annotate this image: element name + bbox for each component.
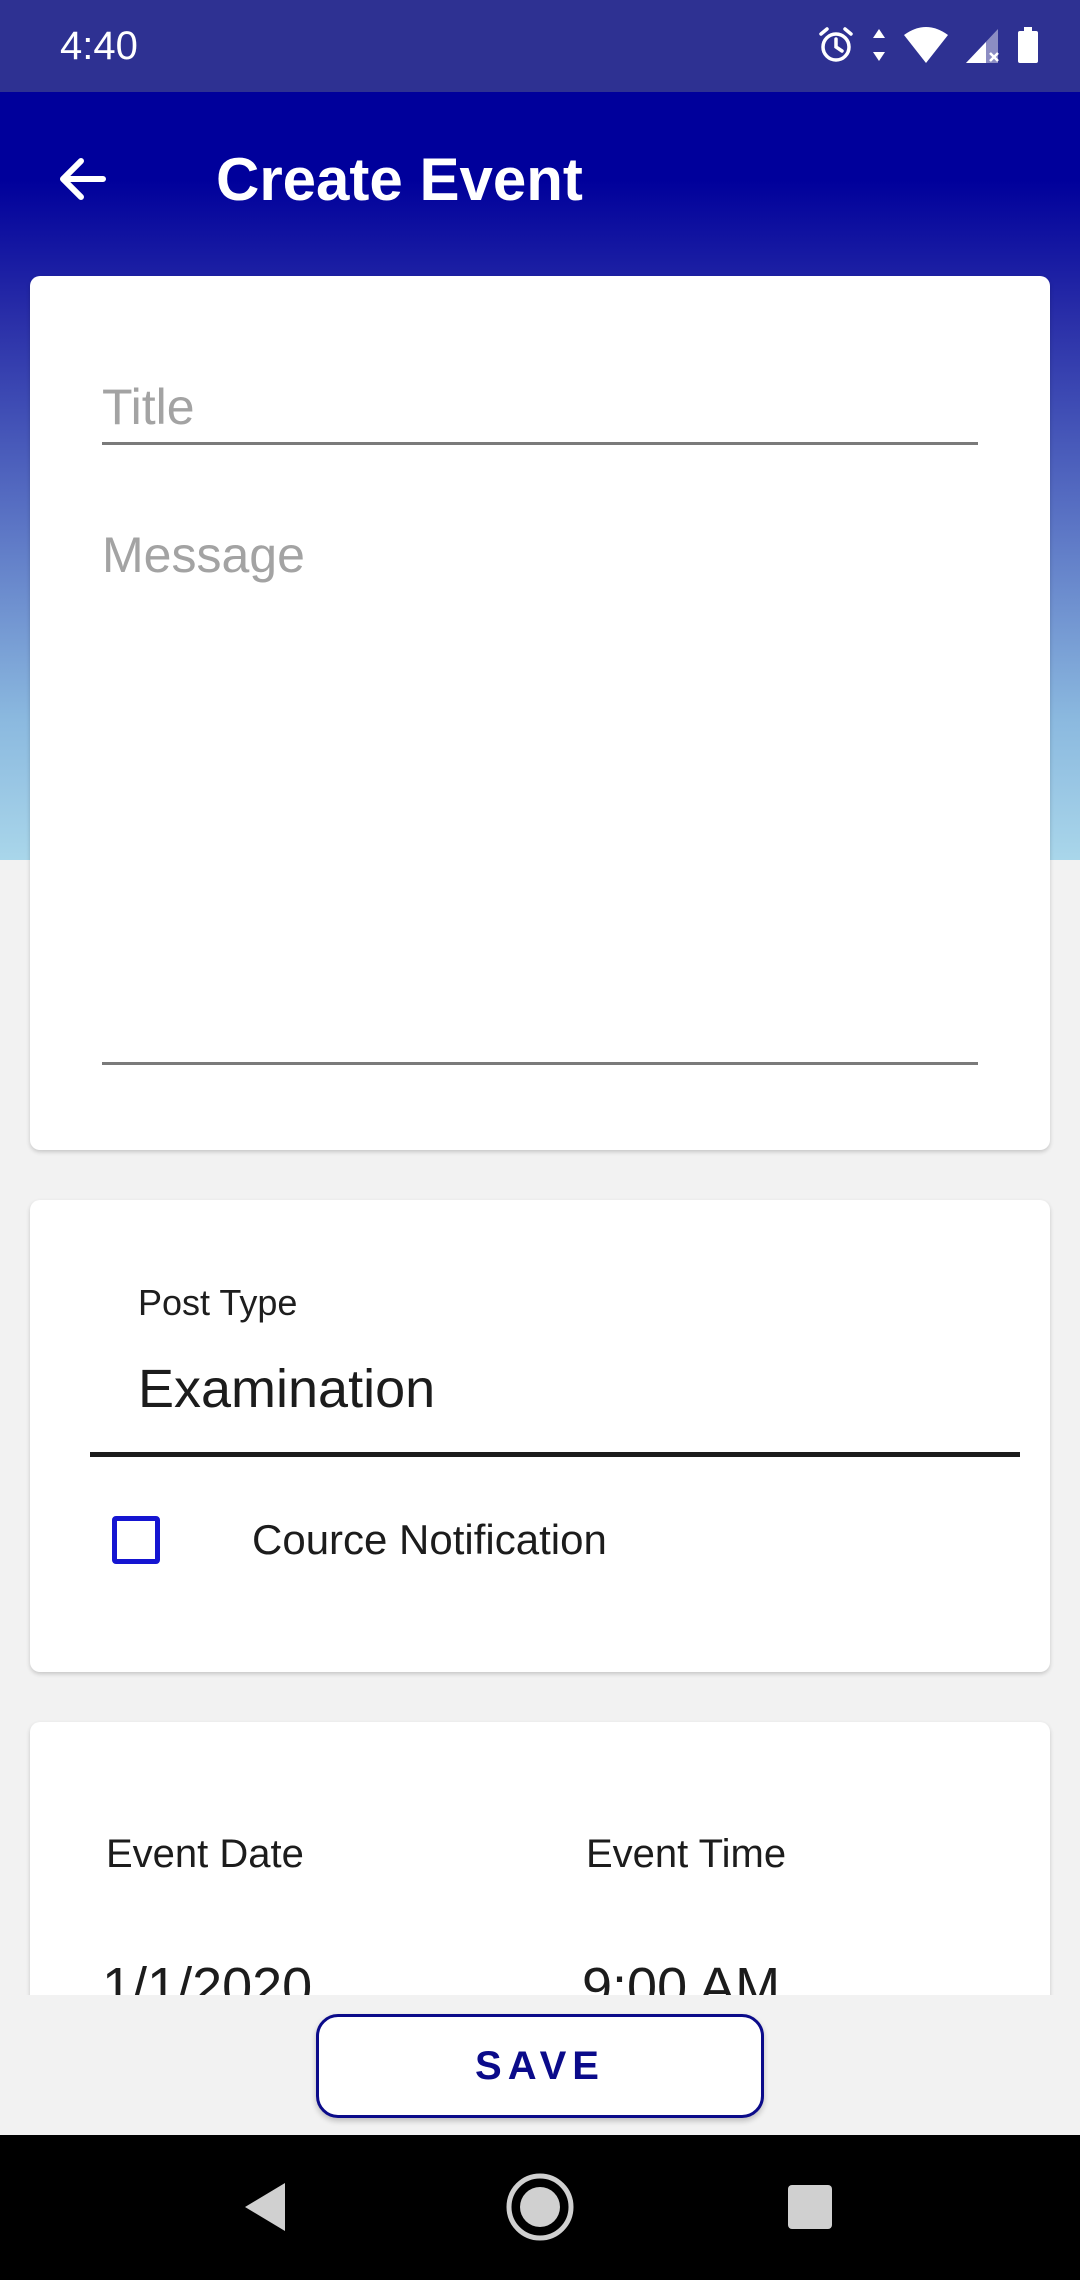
wifi-icon	[902, 25, 950, 70]
battery-icon	[1016, 25, 1040, 70]
status-time: 4:40	[60, 24, 138, 68]
nav-home-icon	[504, 2171, 576, 2248]
post-type-dropdown[interactable]: Examination	[90, 1348, 1020, 1457]
event-content-card	[30, 276, 1050, 1150]
page-title: Create Event	[216, 146, 583, 213]
nav-back-icon	[241, 2179, 291, 2240]
status-icons	[816, 24, 1040, 70]
course-notification-label[interactable]: Cource Notification	[252, 1516, 607, 1564]
save-button[interactable]: SAVE	[316, 2014, 764, 2118]
event-time-label: Event Time	[586, 1832, 787, 1876]
data-arrows-icon	[870, 25, 888, 70]
nav-recents-button[interactable]	[762, 2161, 858, 2257]
nav-back-button[interactable]	[218, 2161, 314, 2257]
back-button[interactable]	[36, 136, 126, 226]
course-notification-checkbox[interactable]	[112, 1516, 160, 1564]
post-type-value: Examination	[138, 1359, 436, 1419]
post-type-label: Post Type	[138, 1282, 298, 1323]
create-event-screen: 4:40 Create Event Title Message Post Typ…	[0, 0, 1080, 2280]
event-datetime-card: Event Date Event Time 1/1/2020 9:00 AM	[30, 1722, 1050, 2022]
post-type-card: Post Type Examination Cource Notificatio…	[30, 1200, 1050, 1672]
title-input[interactable]	[102, 372, 978, 445]
signal-icon	[964, 25, 1002, 70]
alarm-icon	[816, 25, 856, 70]
system-navigation-bar	[0, 2135, 1080, 2280]
status-bar: 4:40	[0, 0, 1080, 92]
nav-recents-icon	[785, 2182, 835, 2237]
arrow-back-icon	[53, 151, 109, 212]
nav-home-button[interactable]	[492, 2161, 588, 2257]
app-bar: Create Event	[0, 92, 1080, 268]
message-input[interactable]	[102, 526, 978, 1065]
event-date-label: Event Date	[106, 1832, 304, 1876]
